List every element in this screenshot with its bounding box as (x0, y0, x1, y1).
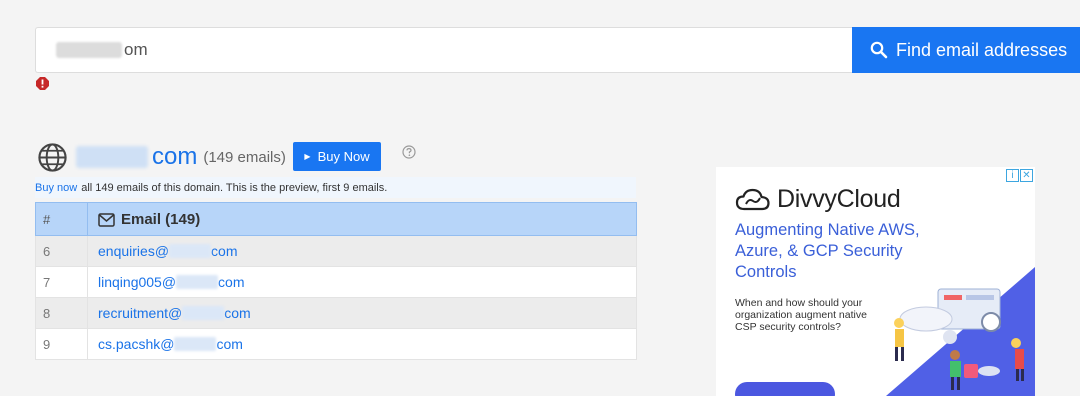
email-tld: com (211, 243, 238, 259)
table-row: 8 recruitment@ com (35, 297, 637, 329)
preview-note: Buy now all 149 emails of this domain. T… (35, 177, 636, 198)
redacted-domain-blur (169, 244, 212, 258)
domain-header: com (149 emails) (37, 141, 286, 173)
ad-choices-badge[interactable]: i ✕ (1006, 169, 1033, 182)
table-row: 9 cs.pacshk@ com (35, 328, 637, 360)
column-header-number: # (35, 202, 88, 236)
email-local: linqing005@ (98, 274, 177, 290)
search-icon (870, 41, 888, 59)
table-row: 7 linqing005@ com (35, 266, 637, 298)
search-input-value: om (124, 40, 148, 59)
email-table: # Email (149) 6 enquiries@ com 7 linqing0… (35, 202, 637, 360)
ad-body-text: When and how should your organization au… (735, 297, 867, 333)
email-address[interactable]: cs.pacshk@ com (87, 328, 637, 360)
row-number: 9 (35, 328, 88, 360)
domain-tld[interactable]: com (152, 143, 197, 171)
email-address[interactable]: recruitment@ com (87, 297, 637, 329)
email-local: recruitment@ (98, 305, 183, 321)
email-address[interactable]: linqing005@ com (87, 266, 637, 298)
row-number: 8 (35, 297, 88, 329)
help-icon[interactable] (402, 145, 416, 159)
globe-icon (38, 142, 67, 172)
ad-illustration (886, 267, 1035, 396)
email-tld: com (218, 274, 245, 290)
ad-brand-name: DivvyCloud (777, 185, 901, 213)
error-icon (36, 77, 49, 90)
redacted-domain-blur (182, 306, 225, 320)
email-local: cs.pacshk@ (98, 336, 175, 352)
search-input[interactable]: om (35, 27, 852, 73)
buy-now-label: Buy Now (317, 149, 370, 164)
cloud-logo-icon (735, 188, 770, 210)
redacted-domain-blur (174, 337, 217, 351)
ad-close-icon[interactable]: ✕ (1020, 169, 1033, 182)
email-address[interactable]: enquiries@ com (87, 235, 637, 267)
email-count: (149 emails) (203, 148, 286, 166)
email-local: enquiries@ (98, 243, 170, 259)
row-number: 7 (35, 266, 88, 298)
ad-cta-button[interactable] (735, 382, 835, 396)
email-tld: com (224, 305, 251, 321)
play-icon: ▶ (304, 152, 311, 161)
ad-info-icon[interactable]: i (1006, 169, 1019, 182)
column-header-email-label: Email (149) (121, 210, 201, 228)
buy-now-button[interactable]: ▶ Buy Now (293, 142, 381, 171)
table-header-row: # Email (149) (35, 202, 637, 236)
envelope-icon (98, 212, 115, 227)
redacted-domain-blur (56, 42, 122, 58)
table-row: 6 enquiries@ com (35, 235, 637, 267)
redacted-domain-name (76, 146, 148, 168)
find-email-button[interactable]: Find email addresses (852, 27, 1080, 73)
email-tld: com (216, 336, 243, 352)
redacted-domain-blur (176, 275, 219, 289)
advertisement[interactable]: i ✕ DivvyCloud Augmenting Native AWS, Az… (716, 167, 1035, 396)
find-email-button-label: Find email addresses (896, 39, 1068, 60)
row-number: 6 (35, 235, 88, 267)
buy-now-link[interactable]: Buy now (35, 182, 77, 194)
column-header-email: Email (149) (87, 202, 637, 236)
ad-logo: DivvyCloud (735, 185, 901, 214)
preview-text: all 149 emails of this domain. This is t… (81, 181, 388, 194)
